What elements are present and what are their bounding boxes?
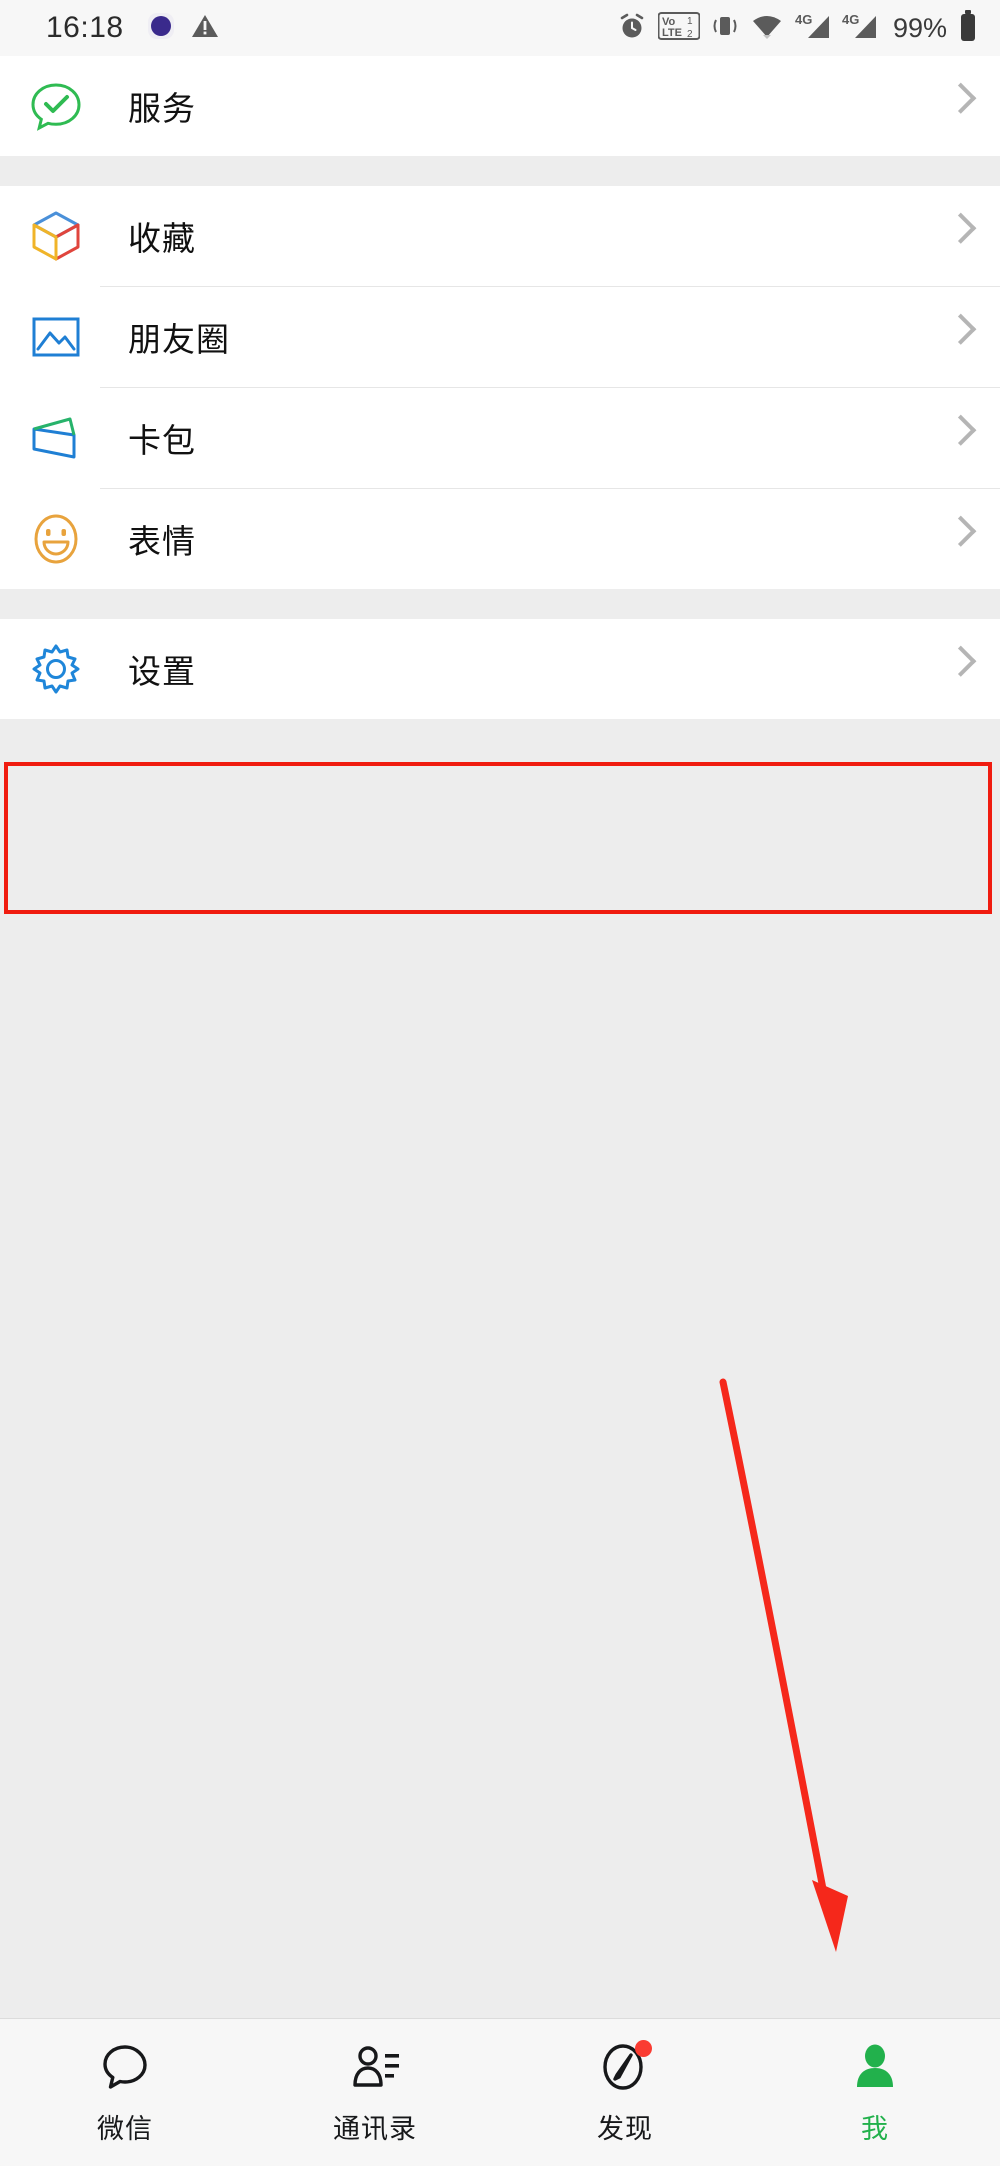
chevron-right-icon xyxy=(945,82,977,114)
signal-4g-sim2-icon: 4G xyxy=(842,11,878,45)
bottom-tab-bar: 微信 通讯录 发现 我 xyxy=(0,2018,1000,2166)
group-separator xyxy=(0,589,1000,619)
status-bar: 16:18 Vo LTE 1 2 4G 4G 99% xyxy=(0,0,1000,56)
list-item-moments[interactable]: 朋友圈 xyxy=(0,287,1000,387)
list-item-label: 收藏 xyxy=(128,219,196,258)
discover-badge-dot xyxy=(635,2040,652,2057)
services-chat-check-icon xyxy=(28,78,84,134)
chat-bubble-icon xyxy=(97,2039,153,2095)
list-item-services[interactable]: 服务 xyxy=(0,56,1000,156)
contacts-icon xyxy=(347,2039,403,2095)
services-group: 服务 xyxy=(0,56,1000,156)
svg-text:4G: 4G xyxy=(842,12,859,27)
favorites-cube-icon xyxy=(28,208,84,264)
settings-gear-icon xyxy=(28,641,84,697)
cards-wallet-icon xyxy=(28,410,84,466)
stickers-smiley-icon xyxy=(28,511,84,567)
status-bar-clock: 16:18 xyxy=(46,11,124,44)
settings-group: 设置 xyxy=(0,619,1000,719)
list-item-favorites[interactable]: 收藏 xyxy=(0,186,1000,286)
profile-person-icon xyxy=(847,2039,903,2095)
moments-photo-icon xyxy=(28,309,84,365)
tab-contacts[interactable]: 通讯录 xyxy=(250,2019,500,2166)
wechat-me-screen: 16:18 Vo LTE 1 2 4G 4G 99% 服务 收藏 朋友圈 卡包 … xyxy=(0,0,1000,2166)
list-container: 服务 收藏 朋友圈 卡包 表情 设置 xyxy=(0,56,1000,1869)
tab-label: 通讯录 xyxy=(333,2114,417,2145)
wifi-icon xyxy=(750,12,784,44)
list-item-label: 设置 xyxy=(128,652,196,691)
chevron-right-icon xyxy=(945,515,977,547)
alarm-clock-icon xyxy=(617,11,647,45)
svg-text:1: 1 xyxy=(687,16,693,27)
svg-text:4G: 4G xyxy=(795,12,812,27)
battery-icon xyxy=(958,10,978,46)
chevron-right-icon xyxy=(945,212,977,244)
svg-text:2: 2 xyxy=(687,29,693,40)
vibrate-mode-icon xyxy=(711,11,739,45)
svg-text:LTE: LTE xyxy=(662,27,682,39)
list-item-stickers[interactable]: 表情 xyxy=(0,489,1000,589)
list-item-label: 表情 xyxy=(128,522,196,561)
list-item-label: 朋友圈 xyxy=(128,320,230,359)
battery-percent-label: 99% xyxy=(892,12,947,43)
tab-wechat[interactable]: 微信 xyxy=(0,2019,250,2166)
signal-4g-sim1-icon: 4G xyxy=(795,11,831,45)
warning-triangle-icon xyxy=(190,12,220,44)
chevron-right-icon xyxy=(945,414,977,446)
personal-group: 收藏 朋友圈 卡包 表情 xyxy=(0,186,1000,589)
browser-app-icon xyxy=(146,11,176,45)
chevron-right-icon xyxy=(945,313,977,345)
list-item-label: 卡包 xyxy=(128,421,196,460)
list-item-cards[interactable]: 卡包 xyxy=(0,388,1000,488)
chevron-right-icon xyxy=(945,645,977,677)
list-item-label: 服务 xyxy=(128,89,196,128)
tab-me[interactable]: 我 xyxy=(750,2019,1000,2166)
list-item-settings[interactable]: 设置 xyxy=(0,619,1000,719)
volte-dual-sim-icon: Vo LTE 1 2 xyxy=(657,11,701,45)
status-bar-left-icons xyxy=(146,11,220,45)
tab-label: 微信 xyxy=(97,2114,153,2145)
tab-label: 发现 xyxy=(597,2114,653,2145)
empty-area xyxy=(0,719,1000,1869)
tab-label: 我 xyxy=(861,2114,889,2145)
tab-discover[interactable]: 发现 xyxy=(500,2019,750,2166)
status-bar-right-icons: Vo LTE 1 2 4G 4G 99% xyxy=(617,10,978,46)
discover-compass-icon xyxy=(597,2039,653,2095)
group-separator xyxy=(0,156,1000,186)
